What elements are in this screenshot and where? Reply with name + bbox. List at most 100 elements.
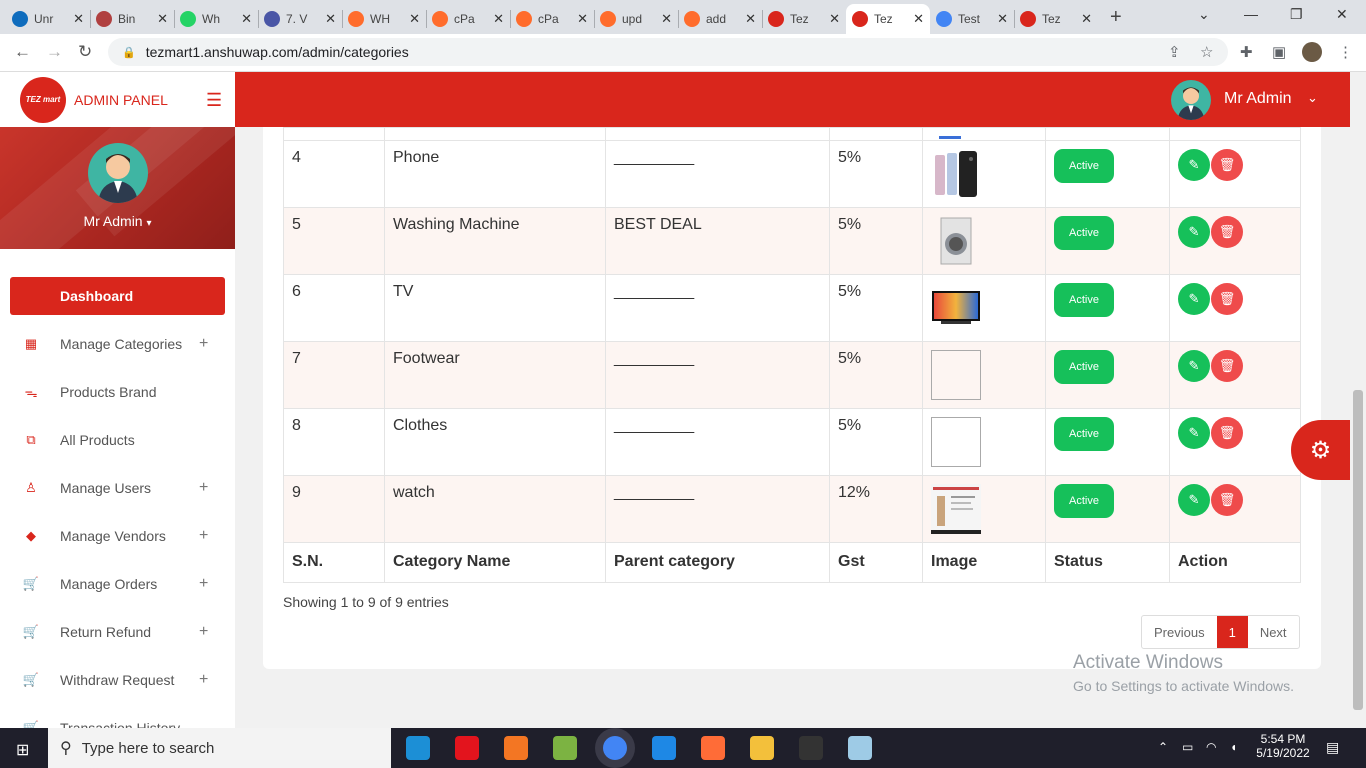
close-tab-icon[interactable]: ✕	[157, 11, 168, 27]
plus-icon[interactable]: +	[199, 527, 208, 545]
sidebar-item-all-products[interactable]: ⧉ All Products	[0, 416, 235, 464]
header-admin-name[interactable]: Mr Admin	[1224, 90, 1292, 108]
browser-tab[interactable]: Tez ✕	[846, 4, 930, 34]
sidebar-item-manage-users[interactable]: ♙ Manage Users +	[0, 464, 235, 512]
edit-pencil-icon[interactable]: ✎	[1178, 484, 1210, 516]
browser-tab[interactable]: Tez ✕	[762, 4, 846, 34]
bookmark-star-icon[interactable]: ☆	[1200, 43, 1213, 61]
pagination-next[interactable]: Next	[1248, 616, 1299, 648]
edit-pencil-icon[interactable]: ✎	[1178, 216, 1210, 248]
browser-tab[interactable]: upd ✕	[594, 4, 678, 34]
delete-trash-icon[interactable]: 🗑	[1211, 283, 1243, 315]
plus-icon[interactable]: +	[199, 671, 208, 689]
sidebar-item-manage-vendors[interactable]: ◆ Manage Vendors +	[0, 512, 235, 560]
edit-pencil-icon[interactable]: ✎	[1178, 417, 1210, 449]
pagination-page-1[interactable]: 1	[1216, 616, 1248, 648]
new-tab-button[interactable]: +	[1110, 6, 1122, 29]
browser-tab[interactable]: Test ✕	[930, 4, 1014, 34]
side-panel-icon[interactable]: ▣	[1272, 43, 1286, 61]
column-header-action[interactable]: Action	[1169, 542, 1301, 583]
extensions-icon[interactable]: ✚	[1240, 43, 1253, 61]
close-tab-icon[interactable]: ✕	[1081, 11, 1092, 27]
wifi-icon[interactable]: ◠	[1206, 740, 1216, 754]
xampp-icon[interactable]	[504, 736, 528, 760]
forward-icon[interactable]: →	[46, 42, 63, 62]
app-icon[interactable]	[848, 736, 872, 760]
close-tab-icon[interactable]: ✕	[745, 11, 756, 27]
status-badge[interactable]: Active	[1054, 350, 1114, 384]
edit-pencil-icon[interactable]: ✎	[1178, 350, 1210, 382]
hamburger-menu-icon[interactable]: ☰	[206, 90, 222, 111]
sidebar-item-manage-categories[interactable]: ▦ Manage Categories +	[0, 320, 235, 368]
close-tab-icon[interactable]: ✕	[829, 11, 840, 27]
plus-icon[interactable]: +	[199, 623, 208, 641]
sidebar-item-return-refund[interactable]: 🛒 Return Refund +	[0, 608, 235, 656]
volume-icon[interactable]: ◖	[1230, 740, 1237, 754]
sidebar-item-withdraw-request[interactable]: 🛒 Withdraw Request +	[0, 656, 235, 704]
windows-start-icon[interactable]: ⊞	[16, 740, 29, 760]
notepadpp-icon[interactable]	[553, 736, 577, 760]
close-tab-icon[interactable]: ✕	[409, 11, 420, 27]
browser-tab[interactable]: Unr ✕	[6, 4, 90, 34]
chrome-icon[interactable]	[603, 736, 627, 760]
sidebar-item-transaction-history[interactable]: 🛒 Transaction History	[0, 704, 235, 728]
status-badge[interactable]: Active	[1054, 149, 1114, 183]
tezmart-logo[interactable]: TEZ mart	[20, 76, 66, 123]
column-header-sn[interactable]: S.N.	[283, 542, 385, 583]
delete-trash-icon[interactable]: 🗑	[1211, 484, 1243, 516]
maximize-button[interactable]: ❐	[1290, 6, 1303, 23]
pagination-previous[interactable]: Previous	[1142, 616, 1217, 648]
minimize-button[interactable]: —	[1244, 6, 1258, 22]
address-bar[interactable]: 🔒 tezmart1.anshuwap.com/admin/categories	[108, 38, 1228, 66]
postman-icon[interactable]	[701, 736, 725, 760]
network-icon[interactable]: ▭	[1182, 740, 1193, 754]
chevron-down-icon[interactable]: ⌄	[1307, 90, 1318, 106]
close-tab-icon[interactable]: ✕	[913, 11, 924, 27]
delete-trash-icon[interactable]: 🗑	[1211, 149, 1243, 181]
sidebar-item-dashboard[interactable]: Dashboard	[10, 277, 225, 315]
column-header-status[interactable]: Status	[1045, 542, 1170, 583]
back-icon[interactable]: ←	[14, 42, 31, 62]
browser-tab[interactable]: cPa ✕	[510, 4, 594, 34]
close-tab-icon[interactable]: ✕	[997, 11, 1008, 27]
settings-gear-icon[interactable]: ⚙	[1291, 420, 1350, 480]
status-badge[interactable]: Active	[1054, 417, 1114, 451]
taskbar-search[interactable]: ⚲ Type here to search	[48, 728, 391, 768]
column-header-category-name[interactable]: Category Name	[384, 542, 606, 583]
notifications-icon[interactable]: ▤	[1326, 739, 1339, 756]
plus-icon[interactable]: +	[199, 479, 208, 497]
edit-pencil-icon[interactable]: ✎	[1178, 149, 1210, 181]
delete-trash-icon[interactable]: 🗑	[1211, 216, 1243, 248]
taskbar-clock[interactable]: 5:54 PM 5/19/2022	[1255, 732, 1311, 760]
status-badge[interactable]: Active	[1054, 216, 1114, 250]
browser-tab[interactable]: add ✕	[678, 4, 762, 34]
file-explorer-icon[interactable]	[750, 736, 774, 760]
delete-trash-icon[interactable]: 🗑	[1211, 417, 1243, 449]
status-badge[interactable]: Active	[1054, 283, 1114, 317]
close-tab-icon[interactable]: ✕	[325, 11, 336, 27]
close-tab-icon[interactable]: ✕	[241, 11, 252, 27]
edge-icon[interactable]	[406, 736, 430, 760]
browser-tab[interactable]: 7. V ✕	[258, 4, 342, 34]
profile-avatar-icon[interactable]	[1302, 42, 1322, 62]
profile-name[interactable]: Mr Admin ▾	[0, 213, 235, 229]
sidebar-item-manage-orders[interactable]: 🛒 Manage Orders +	[0, 560, 235, 608]
browser-tab[interactable]: WH ✕	[342, 4, 426, 34]
browser-tab[interactable]: Tez ✕	[1014, 4, 1098, 34]
close-tab-icon[interactable]: ✕	[577, 11, 588, 27]
close-tab-icon[interactable]: ✕	[493, 11, 504, 27]
header-avatar[interactable]	[1171, 80, 1211, 120]
sidebar-item-products-brand[interactable]: ᯓ Products Brand	[0, 368, 235, 416]
terminal-icon[interactable]	[799, 736, 823, 760]
chevron-up-icon[interactable]: ⌃	[1158, 740, 1168, 754]
column-header-gst[interactable]: Gst	[829, 542, 923, 583]
edit-pencil-icon[interactable]: ✎	[1178, 283, 1210, 315]
plus-icon[interactable]: +	[199, 575, 208, 593]
scrollbar-thumb[interactable]	[1353, 390, 1363, 710]
close-tab-icon[interactable]: ✕	[73, 11, 84, 27]
browser-tab[interactable]: Wh ✕	[174, 4, 258, 34]
share-icon[interactable]: ⇪	[1168, 43, 1181, 61]
reload-icon[interactable]: ↻	[78, 42, 92, 62]
column-header-parent-category[interactable]: Parent category	[605, 542, 830, 583]
close-window-button[interactable]: ✕	[1336, 6, 1348, 23]
